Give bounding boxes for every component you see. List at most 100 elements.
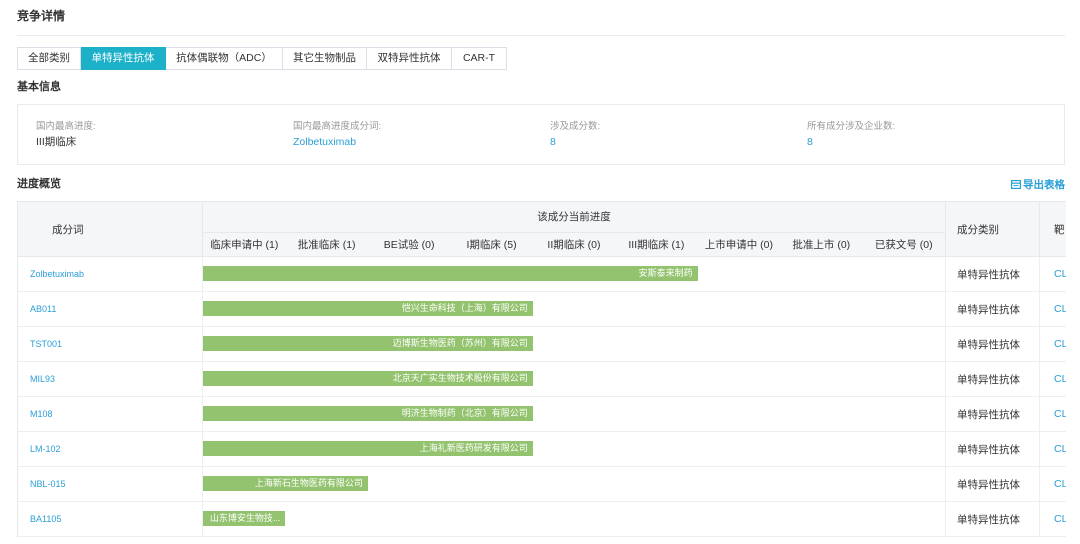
table-row: MIL93 北京天广实生物技术股份有限公司 单特异性抗体CL xyxy=(18,362,1066,397)
category-cell: 单特异性抗体 xyxy=(946,362,1040,396)
progress-cell: 迈博斯生物医药（苏州）有限公司 xyxy=(203,327,946,361)
highest-stage-value: III期临床 xyxy=(36,136,77,148)
table-row: TST001 迈博斯生物医药（苏州）有限公司 单特异性抗体CL xyxy=(18,327,1066,362)
table-row: LM-102 上海礼新医药研发有限公司 单特异性抗体CL xyxy=(18,432,1066,467)
company-label: 上海礼新医药研发有限公司 xyxy=(419,443,528,453)
header-stage: 批准上市 (0) xyxy=(792,239,851,251)
table-row: Zolbetuximab 安斯泰来制药 单特异性抗体CL xyxy=(18,257,1066,292)
target-link[interactable]: CL xyxy=(1040,257,1066,291)
header-ingredient: 成分词 xyxy=(18,202,203,256)
category-cell: 单特异性抗体 xyxy=(946,432,1040,466)
table-row: BA1105 山东博安生物技... 单特异性抗体CL xyxy=(18,502,1066,537)
company-label: 迈博斯生物医药（苏州）有限公司 xyxy=(392,338,528,348)
progress-cell: 北京天广实生物技术股份有限公司 xyxy=(203,362,946,396)
header-stage: 已获文号 (0) xyxy=(874,239,933,251)
info-label: 国内最高进度: xyxy=(36,121,96,132)
ingredient-link[interactable]: MIL93 xyxy=(18,362,203,396)
progress-bar: 上海新石生物医药有限公司 xyxy=(203,476,368,491)
target-link[interactable]: CL xyxy=(1040,432,1066,466)
progress-bar: 恺兴生命科技（上海）有限公司 xyxy=(203,301,533,316)
progress-table[interactable]: 成分词 该成分当前进度 临床申请中 (1) 批准临床 (1) BE试验 (0) … xyxy=(17,201,1066,537)
category-cell: 单特异性抗体 xyxy=(946,502,1040,536)
progress-cell: 上海新石生物医药有限公司 xyxy=(203,467,946,501)
header-stage: 临床申请中 (1) xyxy=(210,239,279,251)
title-divider xyxy=(17,35,1065,36)
ingredient-link[interactable]: AB011 xyxy=(18,292,203,326)
table-row: M108 明济生物制药（北京）有限公司 单特异性抗体CL xyxy=(18,397,1066,432)
progress-bar: 明济生物制药（北京）有限公司 xyxy=(203,406,533,421)
ingredient-link[interactable]: TST001 xyxy=(18,327,203,361)
page-title: 竞争详情 xyxy=(17,9,66,23)
table-row: AB011 恺兴生命科技（上海）有限公司 单特异性抗体CL xyxy=(18,292,1066,327)
progress-cell: 明济生物制药（北京）有限公司 xyxy=(203,397,946,431)
category-cell: 单特异性抗体 xyxy=(946,257,1040,291)
header-stage: I期临床 (5) xyxy=(466,239,517,251)
target-link[interactable]: CL xyxy=(1040,327,1066,361)
info-highest-stage-ingredient: 国内最高进度成分词: Zolbetuximab xyxy=(293,120,550,164)
company-label: 明济生物制药（北京）有限公司 xyxy=(401,408,528,418)
progress-bar: 迈博斯生物医药（苏州）有限公司 xyxy=(203,336,533,351)
progress-table-inner: 成分词 该成分当前进度 临床申请中 (1) 批准临床 (1) BE试验 (0) … xyxy=(18,202,1066,537)
header-progress-group: 该成分当前进度 临床申请中 (1) 批准临床 (1) BE试验 (0) I期临床… xyxy=(203,202,946,256)
tab-all-categories[interactable]: 全部类别 xyxy=(17,47,81,70)
tab-bispecific-antibody[interactable]: 双特异性抗体 xyxy=(367,47,452,70)
ingredient-link[interactable]: BA1105 xyxy=(18,502,203,536)
company-label: 北京天广实生物技术股份有限公司 xyxy=(392,373,528,383)
category-cell: 单特异性抗体 xyxy=(946,327,1040,361)
info-label: 所有成分涉及企业数: xyxy=(807,121,896,132)
target-link[interactable]: CL xyxy=(1040,467,1066,501)
export-table-button[interactable]: 导出表格 xyxy=(1011,177,1065,191)
highest-stage-ingredient-link[interactable]: Zolbetuximab xyxy=(293,135,550,149)
ingredient-count-link[interactable]: 8 xyxy=(550,135,807,149)
progress-bar: 上海礼新医药研发有限公司 xyxy=(203,441,533,456)
ingredient-link[interactable]: NBL-015 xyxy=(18,467,203,501)
table-body: Zolbetuximab安斯泰来制药单特异性抗体CLAB011恺兴生命科技（上海… xyxy=(18,257,1066,537)
header-stage: BE试验 (0) xyxy=(383,239,435,251)
info-highest-stage: 国内最高进度: III期临床 xyxy=(36,120,293,164)
company-label: 山东博安生物技... xyxy=(209,513,281,523)
target-link[interactable]: CL xyxy=(1040,502,1066,536)
company-label: 上海新石生物医药有限公司 xyxy=(254,478,363,488)
progress-bar: 北京天广实生物技术股份有限公司 xyxy=(203,371,533,386)
header-stages: 临床申请中 (1) 批准临床 (1) BE试验 (0) I期临床 (5) II期… xyxy=(203,233,945,256)
header-progress-group-title: 该成分当前进度 xyxy=(203,202,945,233)
header-stage: III期临床 (1) xyxy=(628,239,685,251)
info-label: 涉及成分数: xyxy=(550,121,601,132)
tab-other-biologics[interactable]: 其它生物制品 xyxy=(283,47,367,70)
target-link[interactable]: CL xyxy=(1040,292,1066,326)
ingredient-link[interactable]: LM-102 xyxy=(18,432,203,466)
basic-info-box: 国内最高进度: III期临床 国内最高进度成分词: Zolbetuximab 涉… xyxy=(17,104,1065,165)
category-tabs: 全部类别 单特异性抗体 抗体偶联物（ADC） 其它生物制品 双特异性抗体 CAR… xyxy=(17,47,507,70)
company-label: 恺兴生命科技（上海）有限公司 xyxy=(401,303,528,313)
target-link[interactable]: CL xyxy=(1040,397,1066,431)
category-cell: 单特异性抗体 xyxy=(946,292,1040,326)
progress-cell: 安斯泰来制药 xyxy=(203,257,946,291)
header-category: 成分类别 xyxy=(946,202,1040,256)
ingredient-link[interactable]: M108 xyxy=(18,397,203,431)
export-table-label: 导出表格 xyxy=(1023,178,1065,191)
page: 竞争详情 全部类别 单特异性抗体 抗体偶联物（ADC） 其它生物制品 双特异性抗… xyxy=(0,0,1080,544)
tab-monospecific-antibody[interactable]: 单特异性抗体 xyxy=(81,47,166,70)
progress-cell: 山东博安生物技... xyxy=(203,502,946,536)
tab-adc[interactable]: 抗体偶联物（ADC） xyxy=(166,47,283,70)
progress-overview-title: 进度概览 xyxy=(17,178,61,190)
header-stage: II期临床 (0) xyxy=(547,239,601,251)
header-stage: 上市申请中 (0) xyxy=(704,239,773,251)
table-header: 成分词 该成分当前进度 临床申请中 (1) 批准临床 (1) BE试验 (0) … xyxy=(18,202,1066,257)
info-company-count: 所有成分涉及企业数: 8 xyxy=(807,120,1064,164)
target-link[interactable]: CL xyxy=(1040,362,1066,396)
ingredient-link[interactable]: Zolbetuximab xyxy=(18,257,203,291)
basic-info-title: 基本信息 xyxy=(17,81,61,93)
progress-cell: 上海礼新医药研发有限公司 xyxy=(203,432,946,466)
info-ingredient-count: 涉及成分数: 8 xyxy=(550,120,807,164)
company-count-link[interactable]: 8 xyxy=(807,135,1064,149)
progress-bar: 安斯泰来制药 xyxy=(203,266,698,281)
info-label: 国内最高进度成分词: xyxy=(293,121,382,132)
progress-bar: 山东博安生物技... xyxy=(203,511,286,526)
table-row: NBL-015 上海新石生物医药有限公司 单特异性抗体CL xyxy=(18,467,1066,502)
export-table-icon xyxy=(1011,179,1021,189)
category-cell: 单特异性抗体 xyxy=(946,467,1040,501)
tab-car-t[interactable]: CAR-T xyxy=(452,47,507,70)
header-target: 靶 xyxy=(1054,223,1065,236)
header-stage: 批准临床 (1) xyxy=(297,239,356,251)
